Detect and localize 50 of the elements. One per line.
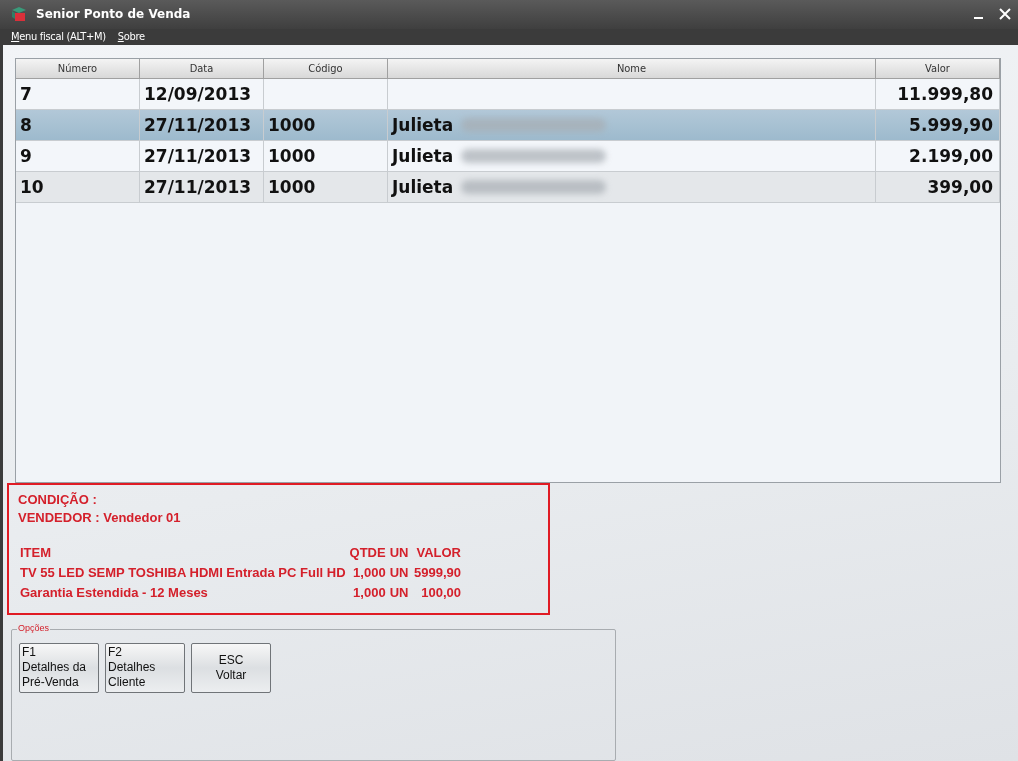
table-cell: 9: [16, 141, 140, 171]
column-header[interactable]: Código: [264, 59, 388, 79]
option-button[interactable]: ESC Voltar: [191, 643, 271, 693]
table-cell: 399,00: [876, 172, 1000, 202]
table-cell: 5.999,90: [876, 110, 1000, 140]
menu-item[interactable]: Sobre: [117, 30, 145, 44]
item-value: 5999,90: [413, 564, 461, 582]
window-title: Senior Ponto de Venda: [36, 7, 191, 22]
table-cell: 27/11/2013: [140, 141, 264, 171]
table-row[interactable]: 10 27/11/2013 1000 Julieta 399,00: [16, 172, 1000, 203]
option-button[interactable]: F1 Detalhes da Pré-Venda: [19, 643, 99, 693]
table-cell: 27/11/2013: [140, 110, 264, 140]
item-name: TV 55 LED SEMP TOSHIBA HDMI Entrada PC Full HD: [20, 564, 346, 582]
seller-label: VENDEDOR : Vendedor 01: [18, 509, 182, 527]
table-cell: Julieta: [388, 141, 876, 171]
table-cell: 1000: [264, 141, 388, 171]
item-quantity: 1,000: [352, 564, 386, 582]
value-header: VALOR: [415, 544, 461, 562]
cube-icon: [10, 5, 28, 24]
option-button[interactable]: F2 Detalhes Cliente: [105, 643, 185, 693]
table-cell: Julieta: [388, 110, 876, 140]
table-cell: 11.999,80: [876, 79, 1000, 109]
item-header: ITEM: [20, 544, 53, 562]
unit-header: UN: [389, 544, 409, 562]
qty-header: QTDE: [349, 544, 386, 562]
group-legend: Opções: [17, 623, 51, 633]
table-cell: 10: [16, 172, 140, 202]
table-cell: 8: [16, 110, 140, 140]
column-header[interactable]: Valor: [876, 59, 1000, 79]
table-row[interactable]: 9 27/11/2013 1000 Julieta 2.199,00: [16, 141, 1000, 172]
column-header[interactable]: Data: [140, 59, 264, 79]
item-unit: UN: [389, 584, 409, 602]
table-cell: 12/09/2013: [140, 79, 264, 109]
item-unit: UN: [389, 564, 409, 582]
table-cell: 2.199,00: [876, 141, 1000, 171]
condition-label: CONDIÇÃO :: [18, 491, 98, 509]
close-icon[interactable]: [998, 7, 1012, 22]
table-cell: 27/11/2013: [140, 172, 264, 202]
column-header[interactable]: Nome: [388, 59, 876, 79]
table-row[interactable]: 7 12/09/2013 11.999,80: [16, 79, 1000, 110]
table-cell: 1000: [264, 110, 388, 140]
menu-item[interactable]: Menu fiscal (ALT+M): [11, 30, 106, 44]
table-row[interactable]: 8 27/11/2013 1000 Julieta 5.999,90: [16, 110, 1000, 141]
table-cell: 1000: [264, 172, 388, 202]
item-quantity: 1,000: [352, 584, 386, 602]
table-cell: 7: [16, 79, 140, 109]
column-header[interactable]: Número: [16, 59, 140, 79]
item-name: Garantia Estendida - 12 Meses: [20, 584, 209, 602]
table-cell: Julieta: [388, 172, 876, 202]
item-value: 100,00: [420, 584, 461, 602]
